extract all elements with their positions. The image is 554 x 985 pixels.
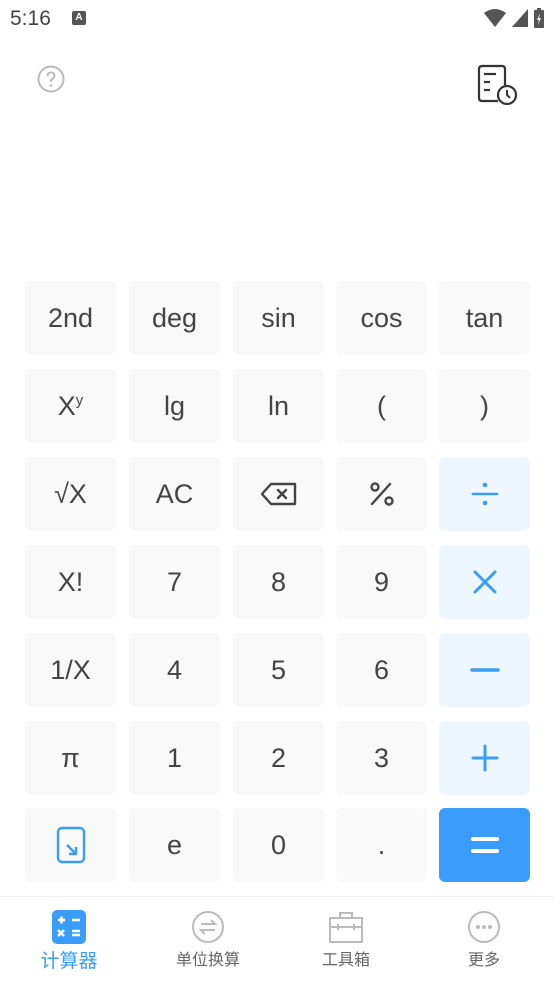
collapse-key[interactable] bbox=[25, 808, 116, 882]
calculator-icon bbox=[52, 910, 86, 944]
backspace-key[interactable] bbox=[233, 457, 324, 531]
battery-icon bbox=[534, 8, 544, 28]
tan-key[interactable]: tan bbox=[439, 281, 530, 355]
nav-label: 更多 bbox=[467, 952, 500, 969]
power-key[interactable]: Xy bbox=[25, 369, 116, 443]
multiply-key[interactable]: × bbox=[439, 545, 530, 619]
key-label: AC bbox=[155, 478, 194, 509]
three-key[interactable]: 3 bbox=[336, 721, 427, 795]
equals-key[interactable]: = bbox=[439, 808, 530, 882]
key-label: cos bbox=[360, 302, 403, 333]
five-key[interactable]: 5 bbox=[233, 633, 324, 707]
multiply-icon bbox=[473, 570, 496, 594]
key-label: 2 bbox=[270, 742, 287, 773]
nav-more[interactable]: 更多 bbox=[424, 897, 544, 985]
notification-icon: A bbox=[72, 11, 86, 25]
two-key[interactable]: 2 bbox=[233, 721, 324, 795]
key-label: . bbox=[377, 829, 386, 860]
nav-label: 计算器 bbox=[40, 951, 98, 972]
key-label: ln bbox=[267, 390, 289, 421]
pi-key[interactable]: π bbox=[25, 721, 116, 795]
status-time: 5:16 bbox=[10, 7, 51, 30]
history-button[interactable] bbox=[476, 63, 518, 107]
e-key[interactable]: e bbox=[129, 808, 220, 882]
close-paren-key[interactable]: ) bbox=[439, 369, 530, 443]
divide-icon bbox=[471, 482, 498, 506]
key-label: tan bbox=[465, 302, 504, 333]
divide-key[interactable]: ÷ bbox=[439, 457, 530, 531]
more-icon bbox=[468, 911, 500, 943]
key-label: X bbox=[57, 390, 76, 421]
status-bar: 5:16 A bbox=[0, 0, 554, 38]
nav-toolbox[interactable]: 工具箱 bbox=[286, 897, 406, 985]
one-key[interactable]: 1 bbox=[129, 721, 220, 795]
key-label: 5 bbox=[270, 654, 287, 685]
nav-label: 工具箱 bbox=[321, 952, 370, 969]
nav-unit-conversion[interactable]: 单位换算 bbox=[148, 897, 268, 985]
key-label: 4 bbox=[166, 654, 183, 685]
second-key[interactable]: 2nd bbox=[25, 281, 116, 355]
factorial-key[interactable]: X! bbox=[25, 545, 116, 619]
status-icons bbox=[484, 8, 544, 28]
key-label: ( bbox=[377, 390, 386, 421]
key-label: 2nd bbox=[47, 302, 94, 333]
key-label: e bbox=[166, 829, 183, 860]
key-label: 6 bbox=[373, 654, 390, 685]
key-label: √X bbox=[54, 478, 87, 509]
key-superscript: y bbox=[75, 391, 84, 409]
key-label: 0 bbox=[270, 829, 287, 860]
plus-key[interactable]: + bbox=[439, 721, 530, 795]
sin-key[interactable]: sin bbox=[233, 281, 324, 355]
zero-key[interactable]: 0 bbox=[233, 808, 324, 882]
clear-key[interactable]: AC bbox=[129, 457, 220, 531]
help-circle-icon bbox=[37, 65, 65, 93]
backspace-icon bbox=[260, 482, 296, 506]
cos-key[interactable]: cos bbox=[336, 281, 427, 355]
nine-key[interactable]: 9 bbox=[336, 545, 427, 619]
bottom-nav: 计算器 单位换算 工具箱 更多 bbox=[0, 896, 554, 985]
signal-icon bbox=[512, 9, 528, 27]
plus-icon bbox=[471, 744, 498, 772]
seven-key[interactable]: 7 bbox=[129, 545, 220, 619]
toolbox-icon bbox=[329, 912, 363, 943]
key-label: 3 bbox=[373, 742, 390, 773]
history-icon bbox=[477, 64, 518, 106]
nav-calculator[interactable]: 计算器 bbox=[9, 897, 129, 985]
key-label: 9 bbox=[373, 566, 390, 597]
key-label: 8 bbox=[270, 566, 287, 597]
ln-key[interactable]: ln bbox=[233, 369, 324, 443]
help-button[interactable] bbox=[37, 65, 65, 93]
nav-label: 单位换算 bbox=[175, 952, 240, 969]
deg-key[interactable]: deg bbox=[129, 281, 220, 355]
minus-key[interactable]: − bbox=[439, 633, 530, 707]
sqrt-key[interactable]: √X bbox=[25, 457, 116, 531]
eight-key[interactable]: 8 bbox=[233, 545, 324, 619]
decimal-key[interactable]: . bbox=[336, 808, 427, 882]
equals-icon bbox=[470, 837, 499, 853]
convert-icon bbox=[192, 911, 224, 943]
key-label: 7 bbox=[166, 566, 183, 597]
percent-key[interactable]: % bbox=[336, 457, 427, 531]
minus-icon bbox=[469, 668, 500, 672]
percent-icon bbox=[369, 482, 394, 506]
key-label: 1 bbox=[166, 742, 183, 773]
key-label: deg bbox=[151, 302, 198, 333]
four-key[interactable]: 4 bbox=[129, 633, 220, 707]
key-label: 1/X bbox=[50, 654, 91, 685]
wifi-icon bbox=[484, 9, 506, 27]
key-label: ) bbox=[480, 390, 489, 421]
key-label: lg bbox=[163, 390, 185, 421]
lg-key[interactable]: lg bbox=[129, 369, 220, 443]
open-paren-key[interactable]: ( bbox=[336, 369, 427, 443]
collapse-icon bbox=[56, 826, 85, 864]
reciprocal-key[interactable]: 1/X bbox=[25, 633, 116, 707]
key-label: X! bbox=[57, 566, 84, 597]
key-label: π bbox=[61, 742, 80, 773]
key-label: sin bbox=[261, 302, 296, 333]
six-key[interactable]: 6 bbox=[336, 633, 427, 707]
